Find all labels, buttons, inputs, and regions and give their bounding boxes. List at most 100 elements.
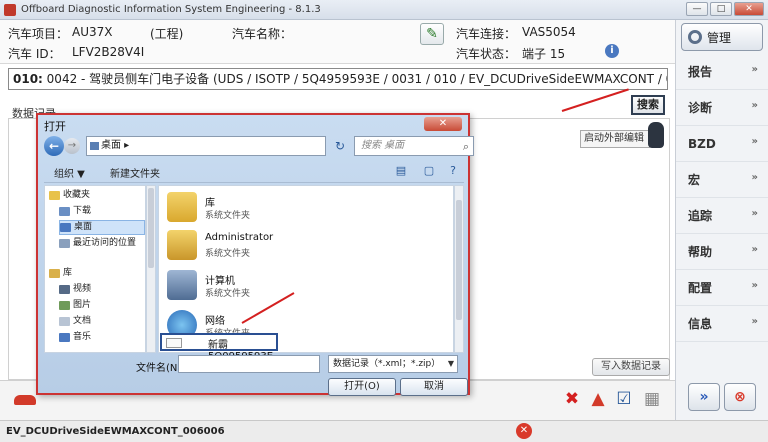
tree-item-label: 图片 (73, 300, 92, 310)
file-name: 计算机 (205, 276, 235, 287)
tree-item-recent[interactable]: 最近访问的位置 (59, 236, 136, 251)
open-button[interactable]: 打开(O) (328, 378, 396, 396)
dialog-toolbar: 组织 ▼ 新建文件夹 ▤ ▢ ? (44, 161, 464, 183)
search-icon: ⌕ (462, 140, 469, 153)
hand-cursor-icon (648, 122, 664, 148)
cancel-icon[interactable]: ⊗ (724, 383, 756, 411)
help-icon[interactable]: ? (446, 164, 460, 178)
file-name: 网络 (205, 316, 225, 327)
tree-item-label: 库 (63, 268, 73, 278)
selected-file-item[interactable]: 新霸5Q0959593E (160, 333, 278, 362)
sidebar: 管理 报告» 诊断» BZD» 宏» 追踪» 帮助» 配置» 信息» (675, 20, 768, 420)
connection-label: 汽车连接： (456, 27, 517, 41)
sidebar-item-label: 诊断 (688, 101, 713, 115)
dialog-title: 打开 (44, 120, 66, 133)
app-icon (4, 3, 16, 16)
sidebar-item-label: 宏 (688, 173, 701, 187)
tree-item-library[interactable]: 库 (49, 266, 72, 281)
project-note: (工程) (150, 27, 184, 41)
connection-value: VAS5054 (522, 25, 576, 39)
user-folder-icon (167, 230, 197, 260)
file-item-computer[interactable]: 计算机 系统文件夹 (167, 270, 367, 308)
star-icon (49, 191, 60, 200)
window-title: Offboard Diagnostic Information System E… (21, 4, 321, 15)
edit-vehicle-icon[interactable]: ✎ (420, 23, 444, 45)
file-item-administrator[interactable]: Administrator 系统文件夹 (167, 230, 367, 268)
file-name: Administrator (205, 232, 274, 243)
annotation-arrow (561, 88, 629, 112)
car-icon[interactable]: ▲ (588, 389, 608, 409)
sidebar-item-trace[interactable]: 追踪 » (676, 198, 768, 234)
tree-item-pictures[interactable]: 图片 (59, 298, 91, 313)
info-icon[interactable]: i (605, 44, 619, 58)
sidebar-item-bzd[interactable]: BZD » (676, 126, 768, 162)
sidebar-item-diagnosis[interactable]: 诊断 » (676, 90, 768, 126)
grid-icon[interactable]: ▦ (642, 389, 662, 409)
tree-item-downloads[interactable]: 下载 (59, 204, 91, 219)
file-list-scrollbar[interactable] (454, 185, 464, 353)
sidebar-item-help[interactable]: 帮助 » (676, 234, 768, 270)
window-controls: — □ ✕ (686, 2, 764, 16)
tree-item-favorites[interactable]: 收藏夹 (49, 188, 90, 203)
file-name: 库 (205, 198, 215, 209)
view-options-icon[interactable]: ▤ (394, 164, 408, 178)
forward-icon[interactable]: → (64, 138, 80, 154)
write-data-record-button[interactable]: 写入数据记录 (592, 358, 670, 376)
tree-item-music[interactable]: 音乐 (59, 330, 91, 345)
cancel-x-icon[interactable]: ✖ (562, 389, 582, 409)
document-icon (59, 317, 70, 326)
path-text: 0042 - 驾驶员侧车门电子设备 (UDS / ISOTP / 5Q49595… (42, 72, 668, 86)
tree-item-label: 桌面 (74, 222, 93, 232)
forward-icon[interactable]: » (688, 383, 720, 411)
sidebar-item-report[interactable]: 报告 » (676, 54, 768, 90)
vehicle-status-value: 端子 15 (522, 47, 566, 61)
refresh-icon[interactable]: ↻ (330, 136, 350, 156)
file-icon (166, 338, 182, 348)
new-folder-button[interactable]: 新建文件夹 (110, 165, 160, 180)
sidebar-item-config[interactable]: 配置 » (676, 270, 768, 306)
chevron-down-icon: » (751, 280, 758, 291)
error-icon[interactable]: ✕ (516, 423, 532, 439)
file-item-library[interactable]: 库系统文件夹 (167, 192, 367, 230)
sidebar-item-label: 帮助 (688, 245, 713, 259)
tree-item-label: 视频 (73, 284, 92, 294)
checklist-icon[interactable]: ☑ (614, 389, 634, 409)
sidebar-item-macro[interactable]: 宏» (676, 162, 768, 198)
library-icon (167, 192, 197, 222)
music-icon (59, 333, 70, 342)
filetype-value: 数据记录（*.xml；*.zip） (333, 359, 441, 369)
maximize-button[interactable]: □ (710, 2, 732, 16)
dialog-nav-row: ← → 桌面 ▸ ↻ 搜索 桌面 ⌕ (44, 135, 474, 159)
file-list: 库系统文件夹 Administrator系统文件夹 计算机系统文件夹 网络系统文… (158, 185, 454, 353)
search-button[interactable]: 搜索 (631, 95, 665, 115)
manage-label: 管理 (707, 30, 732, 45)
organize-menu[interactable]: 组织 ▼ (54, 165, 85, 180)
vehicle-status-label: 汽车状态： (456, 47, 517, 61)
function-path: 010: 0042 - 驾驶员侧车门电子设备 (UDS / ISOTP / 5Q… (8, 68, 668, 90)
back-icon[interactable]: ← (44, 136, 64, 156)
close-button[interactable]: ✕ (734, 2, 764, 16)
file-type: 系统文件夹 (205, 289, 251, 299)
sidebar-item-info[interactable]: 信息 » (676, 306, 768, 342)
manage-button[interactable]: 管理 (681, 23, 763, 51)
cancel-button[interactable]: 取消 (400, 378, 468, 396)
project-value: AU37X (72, 25, 113, 39)
tree-scrollbar[interactable] (146, 185, 156, 353)
video-icon (59, 285, 70, 294)
tree-item-videos[interactable]: 视频 (59, 282, 91, 297)
file-type: 系统文件夹 (205, 211, 251, 221)
status-bar: EV_DCUDriveSideEWMAXCONT_006006 ✕ (0, 420, 768, 442)
tree-item-desktop[interactable]: 桌面 (59, 220, 145, 235)
car-icon[interactable] (14, 395, 36, 405)
dialog-close-button[interactable]: ✕ (424, 117, 462, 131)
tree-item-documents[interactable]: 文档 (59, 314, 91, 329)
dialog-search-input[interactable]: 搜索 桌面 ⌕ (354, 136, 474, 156)
tree-item-label: 收藏夹 (63, 190, 91, 200)
sidebar-item-label: BZD (688, 136, 716, 151)
filetype-select[interactable]: 数据记录（*.xml；*.zip） ▼ (328, 355, 458, 373)
preview-pane-icon[interactable]: ▢ (422, 164, 436, 178)
filename-input[interactable] (178, 355, 320, 373)
sidebar-item-label: 追踪 (688, 209, 713, 223)
minimize-button[interactable]: — (686, 2, 708, 16)
address-bar[interactable]: 桌面 ▸ (86, 136, 326, 156)
